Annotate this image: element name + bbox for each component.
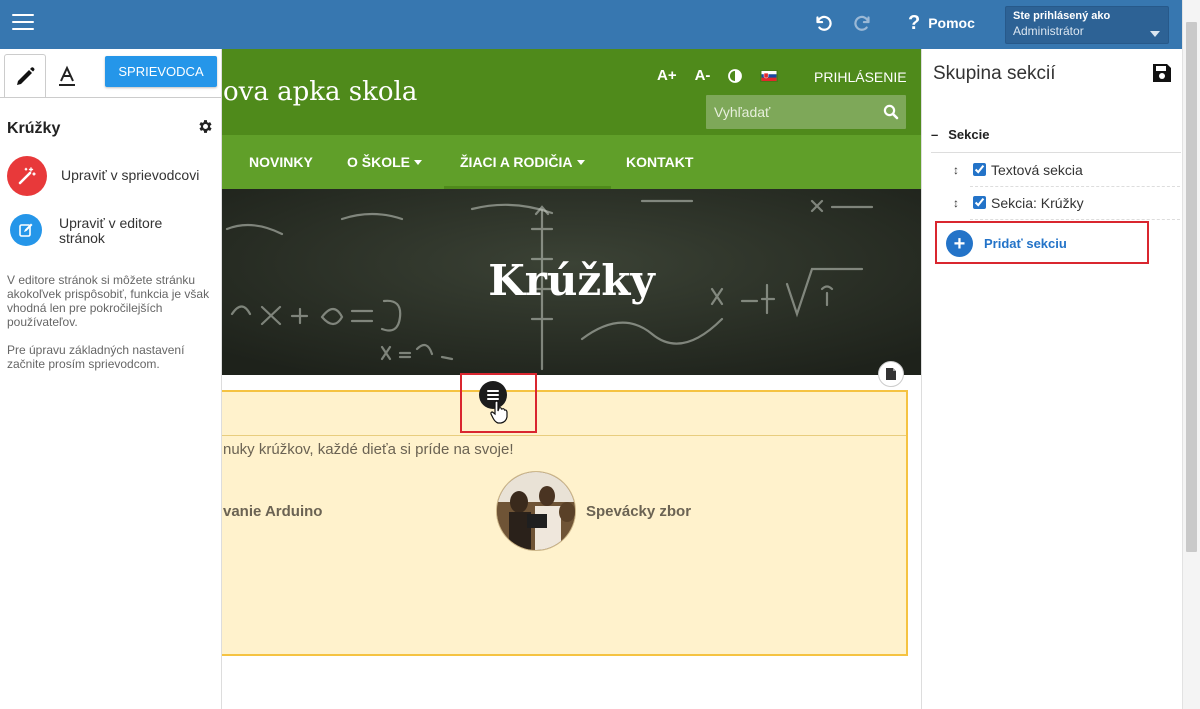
club-card-choir[interactable]: Spevácky zbor [586,503,691,520]
font-increase-button[interactable]: A+ [657,67,677,84]
page-settings-button[interactable] [878,361,904,387]
highlight-box-add-section [935,221,1149,264]
section-divider [222,435,906,436]
scrollbar-thumb[interactable] [1186,22,1197,552]
tab-text-format[interactable] [46,54,88,98]
redo-icon[interactable] [852,12,874,34]
question-icon: ? [908,12,921,34]
font-decrease-button[interactable]: A- [695,67,711,84]
save-icon[interactable] [1151,62,1173,84]
edit-in-wizard-action[interactable]: Upraviť v sprievodcovi [7,156,199,196]
panel-description: V editore stránok si môžete stránku akok… [7,273,210,329]
guide-button[interactable]: SPRIEVODCA [105,56,217,87]
section-row-text[interactable]: ↕ Textová sekcia [947,153,1180,186]
action-label: Upraviť v sprievodcovi [61,167,200,183]
search-icon[interactable] [883,104,899,120]
hamburger-menu-icon[interactable] [12,14,34,32]
highlight-box-handle [460,373,537,433]
user-role: Administrátor [1013,24,1084,38]
row-separator [970,219,1180,220]
slovak-flag-icon[interactable] [760,69,779,82]
edit-in-page-editor-action[interactable]: Upraviť v editore stránok [7,214,179,246]
edit-glyph [19,223,33,237]
right-panel [921,49,1182,709]
left-panel: SPRIEVODCA Krúžky Upraviť v sprievodcovi… [0,49,222,709]
section-row-kruzky[interactable]: ↕ Sekcia: Krúžky [947,186,1180,219]
search-input[interactable] [706,95,871,129]
nav-item-kontakt[interactable]: KONTAKT [626,154,693,170]
reorder-icon[interactable]: ↕ [947,163,965,177]
section-row-label: Sekcia: Krúžky [991,194,1084,211]
section-row-label: Textová sekcia [991,161,1083,178]
document-icon [886,368,896,380]
edit-page-icon [10,214,42,246]
section-visible-checkbox[interactable] [973,163,986,176]
panel-title: Krúžky [7,120,61,137]
nav-item-o-skole[interactable]: O ŠKOLE [347,154,423,170]
user-logged-in-label: Ste prihlásený ako [1013,10,1111,22]
collapse-icon: – [931,127,939,142]
gear-icon[interactable] [197,118,214,135]
choir-image [497,472,575,550]
choir-photo[interactable] [496,471,576,551]
section-visible-checkbox[interactable] [973,196,986,209]
site-title: ova apka skola [223,77,418,107]
chevron-down-icon [1150,31,1160,37]
club-card-arduino[interactable]: vanie Arduino [223,503,322,520]
nav-item-novinky[interactable]: NOVINKY [249,154,313,170]
hero-title: Krúžky [488,256,655,305]
reorder-icon[interactable]: ↕ [947,196,965,210]
magic-wand-icon [7,156,47,196]
nav-item-label: ŽIACI A RODIČIA [460,154,573,170]
group-label: Sekcie [948,127,990,142]
section-intro-text: nuky krúžkov, každé dieťa si príde na sv… [223,441,514,458]
site-search [706,95,906,129]
nav-item-ziaci-a-rodicia[interactable]: ŽIACI A RODIČIA [460,154,585,170]
action-label: Upraviť v editore stránok [59,215,163,246]
undo-icon[interactable] [812,12,834,34]
nav-item-label: KONTAKT [626,154,694,170]
help-button[interactable]: ? Pomoc [908,12,975,34]
contrast-icon[interactable] [728,68,743,83]
sections-group-toggle[interactable]: – Sekcie [931,127,989,142]
site-accessibility-tools: A+ A- [657,67,800,84]
hero-banner: Krúžky [222,189,921,375]
nav-item-label: NOVINKY [249,154,313,170]
wand-glyph [18,167,36,185]
caret-down-icon [414,160,423,165]
user-dropdown[interactable]: Ste prihlásený ako Administrátor [1005,6,1169,44]
text-format-icon [59,65,75,86]
login-link[interactable]: PRIHLÁSENIE [814,69,907,85]
pencil-icon [17,66,35,85]
page-scrollbar[interactable] [1182,0,1200,709]
help-label: Pomoc [928,15,975,31]
nav-item-label: O ŠKOLE [347,154,411,170]
panel-hint: Pre úpravu základných nastavení začnite … [7,343,185,371]
tab-divider [0,97,221,98]
tab-edit[interactable] [4,54,46,98]
top-app-bar: ? Pomoc Ste prihlásený ako Administrátor [0,0,1200,49]
section-group-title: Skupina sekcií [933,63,1056,84]
caret-down-icon [576,160,585,165]
